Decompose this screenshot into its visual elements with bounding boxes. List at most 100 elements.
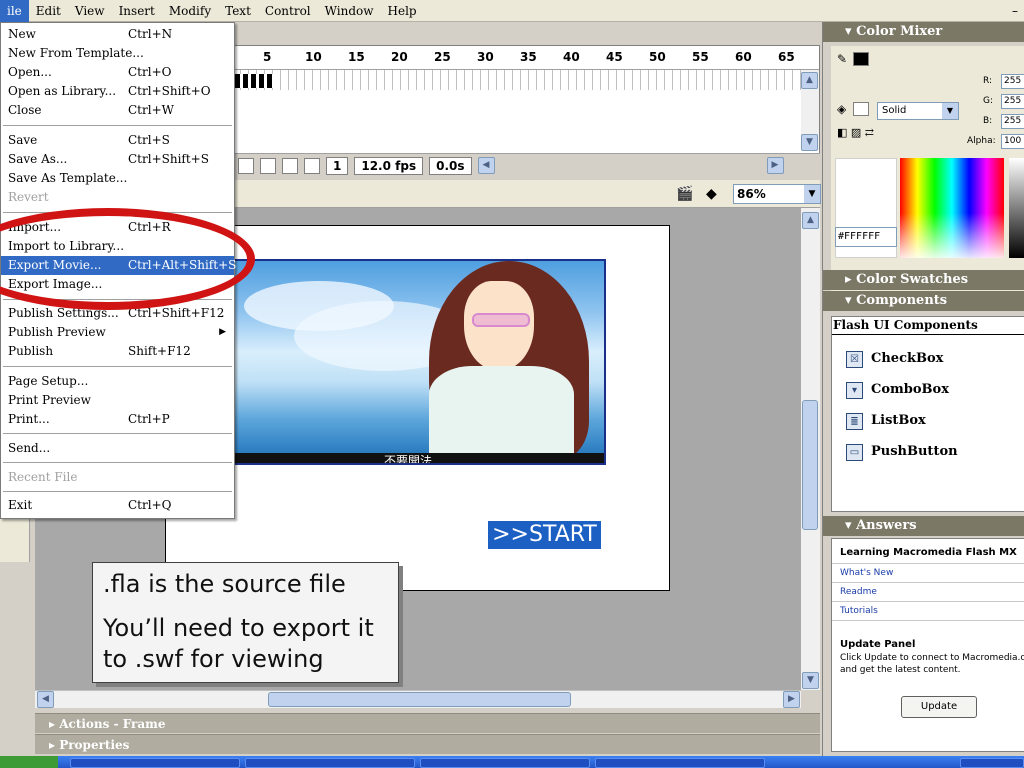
readme-link[interactable]: Readme bbox=[840, 587, 877, 597]
start-menu-button[interactable] bbox=[0, 756, 58, 768]
hscroll-thumb[interactable] bbox=[268, 692, 571, 707]
menu-item-new[interactable]: New Ctrl+N bbox=[1, 25, 234, 44]
stage-vscroll[interactable]: ▲ ▼ bbox=[801, 208, 820, 690]
actions-panel-header[interactable]: ▸ Actions - Frame bbox=[35, 713, 820, 733]
color-spectrum[interactable] bbox=[900, 158, 1004, 258]
b-label: B: bbox=[983, 116, 993, 126]
components-header[interactable]: ▾ Components bbox=[823, 291, 1024, 311]
edit-multiple-icon[interactable] bbox=[304, 157, 320, 174]
menu-item-close[interactable]: Close Ctrl+W bbox=[1, 101, 234, 120]
menu-separator bbox=[3, 433, 232, 434]
component-listbox[interactable]: ≣ ListBox bbox=[846, 409, 926, 433]
timeline-status: 1 12.0 fps 0.0s ◀ ▶ bbox=[232, 153, 820, 177]
menu-help[interactable]: Help bbox=[381, 0, 424, 22]
menu-item-publish-preview[interactable]: Publish Preview ▶ bbox=[1, 323, 234, 342]
chevron-down-icon[interactable]: ▼ bbox=[942, 103, 958, 119]
menu-insert[interactable]: Insert bbox=[112, 0, 162, 22]
menu-item-print[interactable]: Print... Ctrl+P bbox=[1, 410, 234, 429]
scroll-right-icon[interactable]: ▶ bbox=[766, 157, 784, 174]
scroll-up-icon[interactable]: ▲ bbox=[802, 212, 819, 229]
menu-item-publish[interactable]: Publish Shift+F12 bbox=[1, 342, 234, 361]
timeline-ruler: 5 10 15 20 25 30 35 40 45 50 55 60 65 bbox=[233, 46, 819, 70]
menu-item-new-from-template[interactable]: New From Template... bbox=[1, 44, 234, 63]
taskbar-item[interactable] bbox=[420, 758, 590, 768]
menu-item-open[interactable]: Open... Ctrl+O bbox=[1, 63, 234, 82]
alpha-input[interactable]: 100 bbox=[1001, 134, 1024, 149]
menu-item-save-as-template[interactable]: Save As Template... bbox=[1, 169, 234, 188]
ruler-tick: 40 bbox=[563, 50, 580, 64]
taskbar-item[interactable] bbox=[595, 758, 765, 768]
menu-separator bbox=[3, 125, 232, 126]
scroll-down-icon[interactable]: ▼ bbox=[801, 134, 818, 151]
components-set-select[interactable]: Flash UI Components bbox=[832, 317, 1024, 335]
frame-rate: 12.0 fps bbox=[354, 156, 424, 175]
timeline-frames[interactable] bbox=[233, 70, 801, 90]
component-checkbox[interactable]: ☒ CheckBox bbox=[846, 347, 943, 371]
scroll-right-icon[interactable]: ▶ bbox=[783, 691, 800, 708]
scroll-down-icon[interactable]: ▼ bbox=[802, 672, 819, 689]
menu-separator bbox=[3, 491, 232, 492]
timeline-hscroll[interactable] bbox=[501, 157, 761, 174]
scroll-left-icon[interactable]: ◀ bbox=[477, 157, 495, 174]
taskbar-item[interactable] bbox=[70, 758, 240, 768]
onion-outline-icon[interactable] bbox=[282, 157, 298, 174]
g-input[interactable]: 255 bbox=[1001, 94, 1024, 109]
component-pushbutton[interactable]: ▭ PushButton bbox=[846, 440, 958, 464]
fill-type-select[interactable]: Solid ▼ bbox=[877, 102, 959, 120]
menu-item-print-preview[interactable]: Print Preview bbox=[1, 391, 234, 410]
whats-new-link[interactable]: What's New bbox=[840, 568, 893, 578]
stage-hscroll[interactable]: ◀ ▶ bbox=[35, 690, 801, 708]
ruler-tick: 25 bbox=[434, 50, 451, 64]
scroll-up-icon[interactable]: ▲ bbox=[801, 72, 818, 89]
chevron-down-icon[interactable]: ▼ bbox=[804, 185, 820, 203]
menu-item-revert: Revert bbox=[1, 188, 234, 207]
keyframes[interactable] bbox=[233, 74, 273, 88]
menu-item-send[interactable]: Send... bbox=[1, 439, 234, 458]
fill-color-swatch[interactable] bbox=[853, 102, 869, 116]
vscroll-thumb[interactable] bbox=[802, 400, 818, 530]
taskbar-item[interactable] bbox=[245, 758, 415, 768]
component-label: ComboBox bbox=[871, 382, 949, 397]
minimize-button[interactable]: – bbox=[1006, 4, 1024, 18]
menu-item-save-as[interactable]: Save As... Ctrl+Shift+S bbox=[1, 150, 234, 169]
menu-text[interactable]: Text bbox=[218, 0, 258, 22]
zoom-select[interactable]: 86% ▼ bbox=[733, 184, 821, 204]
menu-item-save[interactable]: Save Ctrl+S bbox=[1, 131, 234, 150]
callout-line-1: .fla is the source file bbox=[103, 570, 346, 598]
r-input[interactable]: 255 bbox=[1001, 74, 1024, 89]
zoom-value: 86% bbox=[737, 187, 766, 201]
current-frame: 1 bbox=[326, 156, 349, 175]
answers-header[interactable]: ▾ Answers bbox=[823, 516, 1024, 536]
menu-window[interactable]: Window bbox=[318, 0, 381, 22]
menu-control[interactable]: Control bbox=[258, 0, 318, 22]
swap-colors-icon[interactable]: ◧ ▨ ⇄ bbox=[837, 126, 887, 140]
menu-item-open-as-library[interactable]: Open as Library... Ctrl+Shift+O bbox=[1, 82, 234, 101]
tutorials-link[interactable]: Tutorials bbox=[840, 606, 878, 616]
menu-item-shortcut: Ctrl+Shift+S bbox=[128, 152, 209, 166]
menu-item-page-setup[interactable]: Page Setup... bbox=[1, 372, 234, 391]
components-title: Components bbox=[856, 293, 948, 308]
ruler-tick: 15 bbox=[348, 50, 365, 64]
edit-scene-icon[interactable]: 🎬 bbox=[676, 186, 696, 204]
scroll-left-icon[interactable]: ◀ bbox=[37, 691, 54, 708]
color-swatches-header[interactable]: ▸ Color Swatches bbox=[823, 270, 1024, 290]
menu-modify[interactable]: Modify bbox=[162, 0, 218, 22]
edit-symbol-icon[interactable]: ◆ bbox=[706, 186, 726, 204]
properties-panel-header[interactable]: ▸ Properties bbox=[35, 734, 820, 754]
menu-file[interactable]: ile bbox=[0, 0, 29, 22]
start-button[interactable]: >>START bbox=[487, 520, 602, 550]
brightness-slider[interactable] bbox=[1009, 158, 1024, 258]
stroke-color-swatch[interactable] bbox=[853, 52, 869, 66]
menu-item-label: Revert bbox=[8, 190, 49, 204]
menu-view[interactable]: View bbox=[68, 0, 112, 22]
update-button[interactable]: Update bbox=[901, 696, 977, 718]
hex-input[interactable]: #FFFFFF bbox=[835, 227, 897, 247]
menu-edit[interactable]: Edit bbox=[29, 0, 68, 22]
b-input[interactable]: 255 bbox=[1001, 114, 1024, 129]
timeline-vscroll[interactable]: ▲ ▼ bbox=[801, 70, 819, 151]
menu-item-exit[interactable]: Exit Ctrl+Q bbox=[1, 496, 234, 515]
center-frame-icon[interactable] bbox=[238, 157, 254, 174]
component-combobox[interactable]: ▾ ComboBox bbox=[846, 378, 949, 402]
onion-skin-icon[interactable] bbox=[260, 157, 276, 174]
color-mixer-header[interactable]: ▾ Color Mixer bbox=[823, 22, 1024, 42]
